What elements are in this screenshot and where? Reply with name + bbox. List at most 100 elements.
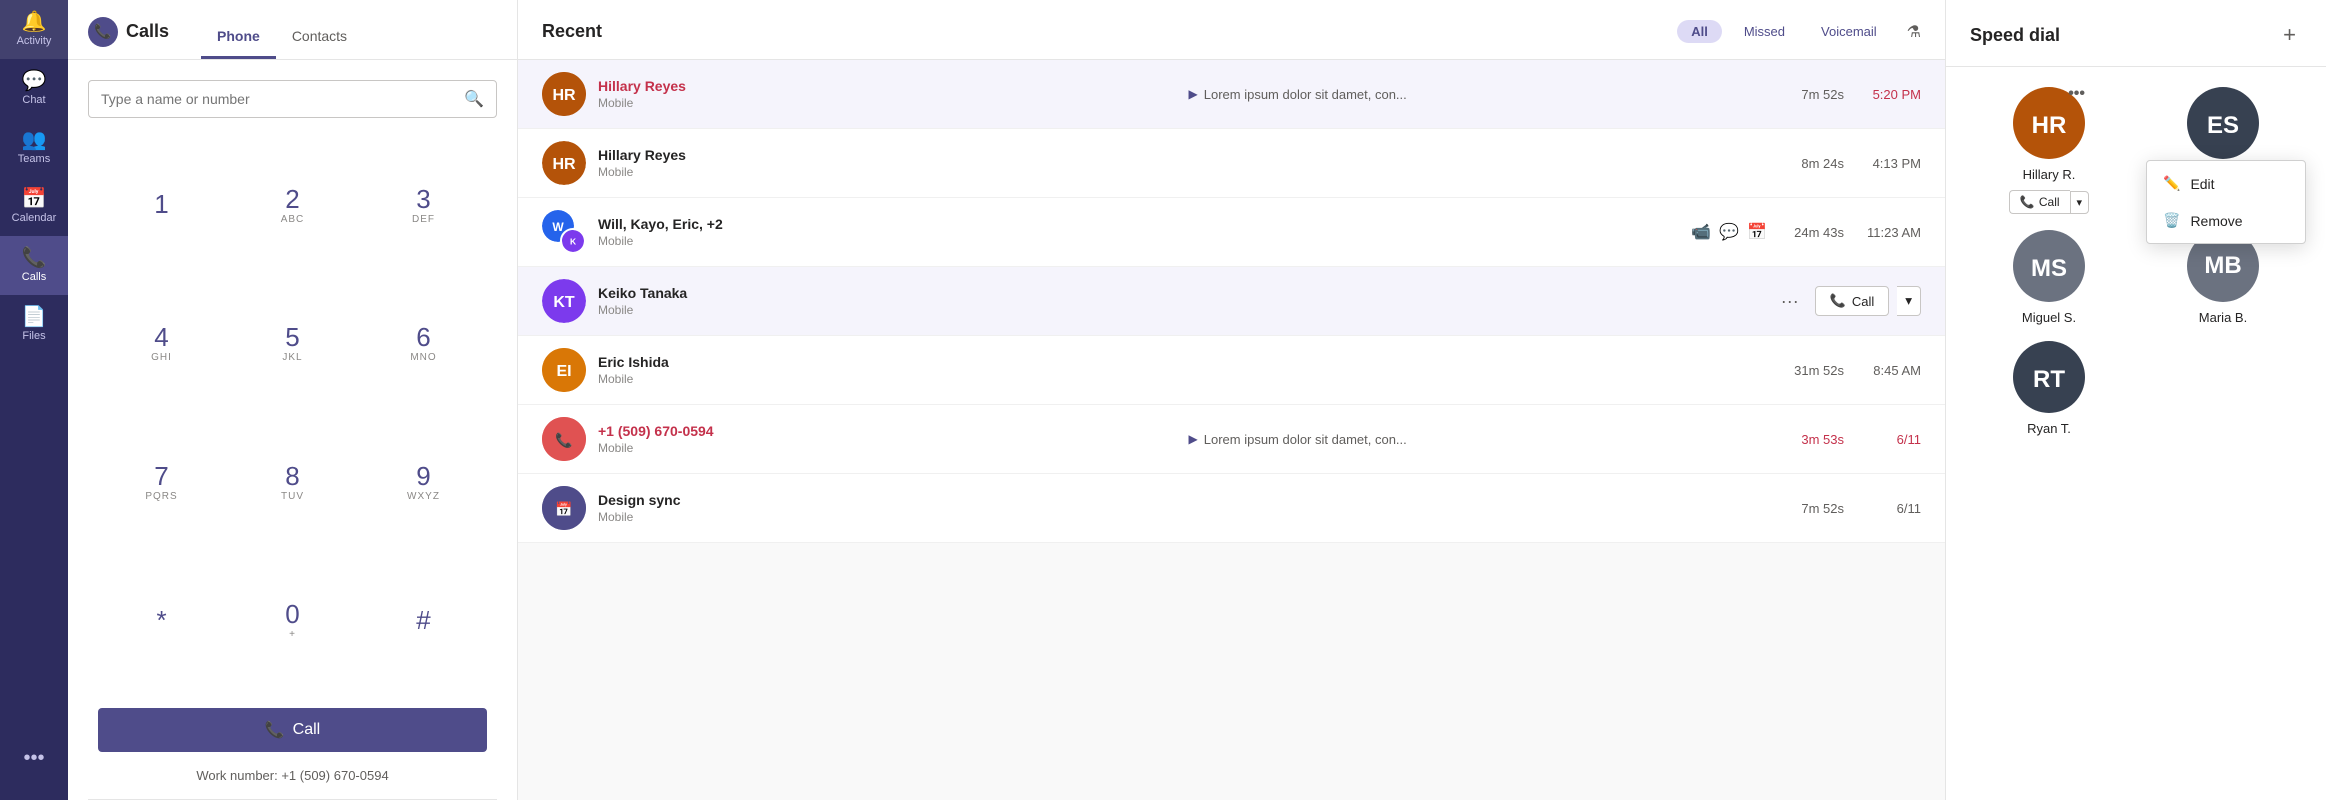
sidebar-item-teams[interactable]: 👥 Teams <box>0 118 68 177</box>
tab-contacts[interactable]: Contacts <box>276 16 363 59</box>
call-dropdown-button[interactable]: ▾ <box>1897 286 1921 316</box>
call-item[interactable]: 📞 +1 (509) 670-0594 Mobile ▶ Lorem ipsum… <box>518 405 1945 474</box>
call-item[interactable]: W K Will, Kayo, Eric, +2 Mobile 📹 💬 📅 24… <box>518 198 1945 267</box>
sidebar-item-more[interactable]: ••• <box>0 736 68 780</box>
context-menu-edit[interactable]: ✏️ Edit <box>2147 165 2305 202</box>
call-sub: Mobile <box>598 96 1177 110</box>
context-menu: ✏️ Edit 🗑️ Remove <box>2146 160 2306 244</box>
sd-name-miguel: Miguel S. <box>2022 310 2076 325</box>
call-button[interactable]: 📞 Call <box>98 708 487 752</box>
call-icons: 📹 💬 📅 <box>1691 222 1767 242</box>
play-icon[interactable]: ▶ <box>1189 432 1198 446</box>
call-item[interactable]: HR Hillary Reyes Mobile ▶ Lorem ipsum do… <box>518 60 1945 129</box>
call-time: 8:45 AM <box>1856 363 1921 378</box>
dialpad-key-0[interactable]: 0+ <box>229 554 356 689</box>
sd-call-dropdown-hillary[interactable]: ▾ <box>2070 191 2090 214</box>
call-sub: Mobile <box>598 372 1177 386</box>
call-duration: 8m 24s <box>1779 156 1844 171</box>
sd-name-maria: Maria B. <box>2199 310 2247 325</box>
sidebar-item-chat[interactable]: 💬 Chat <box>0 59 68 118</box>
play-icon[interactable]: ▶ <box>1189 87 1198 101</box>
call-sub: Mobile <box>598 510 1177 524</box>
sd-name-hillary: Hillary R. <box>2023 167 2076 182</box>
filter-icon[interactable]: ⚗ <box>1907 22 1921 42</box>
key-sub: MNO <box>410 352 436 363</box>
sd-more-button-hillary[interactable]: ••• <box>2064 83 2089 105</box>
dialpad-key-*[interactable]: * <box>98 554 225 689</box>
call-info: Design sync Mobile <box>598 492 1177 524</box>
phone-icon: 📞 <box>2020 195 2035 209</box>
call-name: Hillary Reyes <box>598 78 1177 94</box>
avatar: 📅 <box>542 486 586 530</box>
video-icon: 📹 <box>1691 222 1711 242</box>
call-item[interactable]: HR Hillary Reyes Mobile 8m 24s 4:13 PM <box>518 129 1945 198</box>
call-sub: Mobile <box>598 165 1177 179</box>
calls-title: 📞 Calls <box>88 17 169 59</box>
dialpad-key-#[interactable]: # <box>360 554 487 689</box>
dialpad-key-9[interactable]: 9WXYZ <box>360 415 487 550</box>
sidebar-label-calendar: Calendar <box>12 212 57 224</box>
recent-panel: Recent All Missed Voicemail ⚗ HR Hillary… <box>518 0 1946 800</box>
filter-voicemail[interactable]: Voicemail <box>1807 20 1891 43</box>
search-box[interactable]: 🔍 <box>88 80 497 118</box>
sd-call-button-hillary[interactable]: 📞 Call <box>2009 190 2070 214</box>
call-item[interactable]: 📅 Design sync Mobile 7m 52s 6/11 <box>518 474 1945 543</box>
sidebar-item-activity[interactable]: 🔔 Activity <box>0 0 68 59</box>
call-button-icon: 📞 <box>265 720 285 740</box>
dialpad-key-6[interactable]: 6MNO <box>360 277 487 412</box>
sidebar: 🔔 Activity 💬 Chat 👥 Teams 📅 Calendar 📞 C… <box>0 0 68 800</box>
key-num: 5 <box>285 324 299 350</box>
speed-dial-item-miguel[interactable]: MS Miguel S. <box>1970 230 2128 325</box>
call-actions: ··· 📞 Call ▾ <box>1773 286 1921 316</box>
call-button-area: 📞 Call <box>68 698 517 760</box>
svg-text:KT: KT <box>553 294 575 311</box>
calls-list: HR Hillary Reyes Mobile ▶ Lorem ipsum do… <box>518 60 1945 800</box>
chat-icon: 💬 <box>1719 222 1739 242</box>
speed-dial-grid: HR ••• Hillary R. 📞 Call ▾ ES Edwin S. <box>1946 67 2326 456</box>
call-action-button[interactable]: 📞 Call <box>1815 286 1890 316</box>
filter-all[interactable]: All <box>1677 20 1722 43</box>
key-num: 0 <box>285 601 299 627</box>
dialpad-key-4[interactable]: 4GHI <box>98 277 225 412</box>
dialpad-key-8[interactable]: 8TUV <box>229 415 356 550</box>
key-num: 3 <box>416 186 430 212</box>
sidebar-label-files: Files <box>22 330 45 342</box>
speed-dial-item-maria[interactable]: MB Maria B. <box>2144 230 2302 325</box>
sidebar-item-files[interactable]: 📄 Files <box>0 295 68 354</box>
call-item[interactable]: EI Eric Ishida Mobile 31m 52s 8:45 AM <box>518 336 1945 405</box>
tab-phone[interactable]: Phone <box>201 16 276 59</box>
call-action-label: Call <box>1852 294 1874 309</box>
call-name: Hillary Reyes <box>598 147 1177 163</box>
dialpad-key-5[interactable]: 5JKL <box>229 277 356 412</box>
sidebar-item-calls[interactable]: 📞 Calls <box>0 236 68 295</box>
dialpad-key-2[interactable]: 2ABC <box>229 138 356 273</box>
sd-name-ryan: Ryan T. <box>2027 421 2071 436</box>
search-input[interactable] <box>101 91 456 107</box>
more-options-button[interactable]: ··· <box>1773 287 1807 316</box>
call-item[interactable]: KT Keiko Tanaka Mobile ··· 📞 Call ▾ <box>518 267 1945 336</box>
recent-title: Recent <box>542 21 602 42</box>
call-name: Keiko Tanaka <box>598 285 1173 301</box>
avatar: KT <box>542 279 586 323</box>
call-action-icon: 📞 <box>1830 293 1846 309</box>
context-menu-remove[interactable]: 🗑️ Remove <box>2147 202 2305 239</box>
sidebar-item-calendar[interactable]: 📅 Calendar <box>0 177 68 236</box>
call-sub: Mobile <box>598 441 1177 455</box>
filter-missed[interactable]: Missed <box>1730 20 1799 43</box>
svg-text:HR: HR <box>2032 112 2067 139</box>
avatar: 📞 <box>542 417 586 461</box>
key-sub: PQRS <box>145 491 177 502</box>
calls-icon: 📞 <box>22 248 47 268</box>
dialpad-key-7[interactable]: 7PQRS <box>98 415 225 550</box>
calendar-icon: 📅 <box>22 189 47 209</box>
speed-dial-panel: Speed dial + HR ••• Hillary R. 📞 Call ▾ <box>1946 0 2326 800</box>
dialpad-key-1[interactable]: 1 <box>98 138 225 273</box>
speed-dial-item-hillary[interactable]: HR ••• Hillary R. 📞 Call ▾ <box>1970 87 2128 214</box>
speed-dial-item-ryan[interactable]: RT Ryan T. <box>1970 341 2128 436</box>
call-duration: 7m 52s <box>1779 87 1844 102</box>
key-num: 2 <box>285 186 299 212</box>
dialpad-key-3[interactable]: 3DEF <box>360 138 487 273</box>
call-sub: Mobile <box>598 234 1679 248</box>
add-speed-dial-button[interactable]: + <box>2277 20 2302 50</box>
sd-avatar-miguel: MS <box>2013 230 2085 302</box>
